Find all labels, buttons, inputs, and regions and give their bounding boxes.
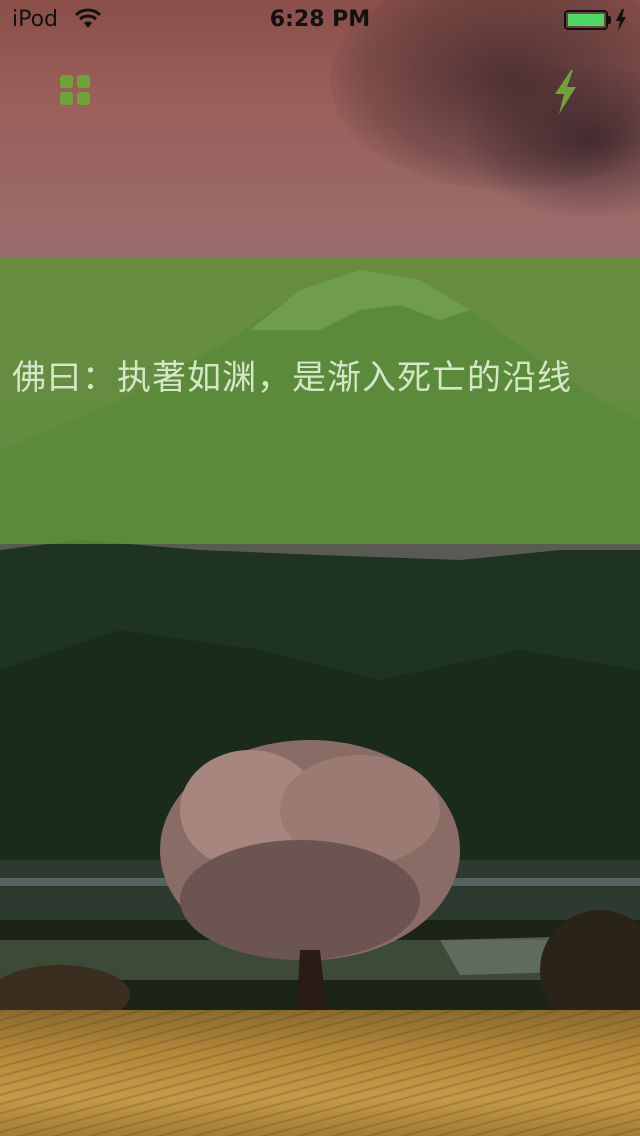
background-photo bbox=[0, 0, 640, 1136]
clock: 6:28 PM bbox=[269, 7, 371, 32]
quote-card[interactable] bbox=[0, 258, 640, 544]
status-bar: iPod 6:28 PM bbox=[0, 0, 640, 40]
ground-texture bbox=[0, 1010, 640, 1136]
battery-tip bbox=[608, 16, 611, 24]
battery-icon bbox=[564, 10, 608, 30]
flash-button[interactable] bbox=[545, 70, 585, 114]
charging-icon bbox=[616, 9, 626, 31]
lightning-icon bbox=[555, 70, 576, 114]
quote-text: 佛曰：执著如渊，是渐入死亡的沿线 bbox=[12, 358, 572, 398]
battery-level bbox=[568, 14, 604, 26]
menu-button[interactable] bbox=[55, 70, 95, 110]
grid-icon bbox=[60, 75, 90, 105]
